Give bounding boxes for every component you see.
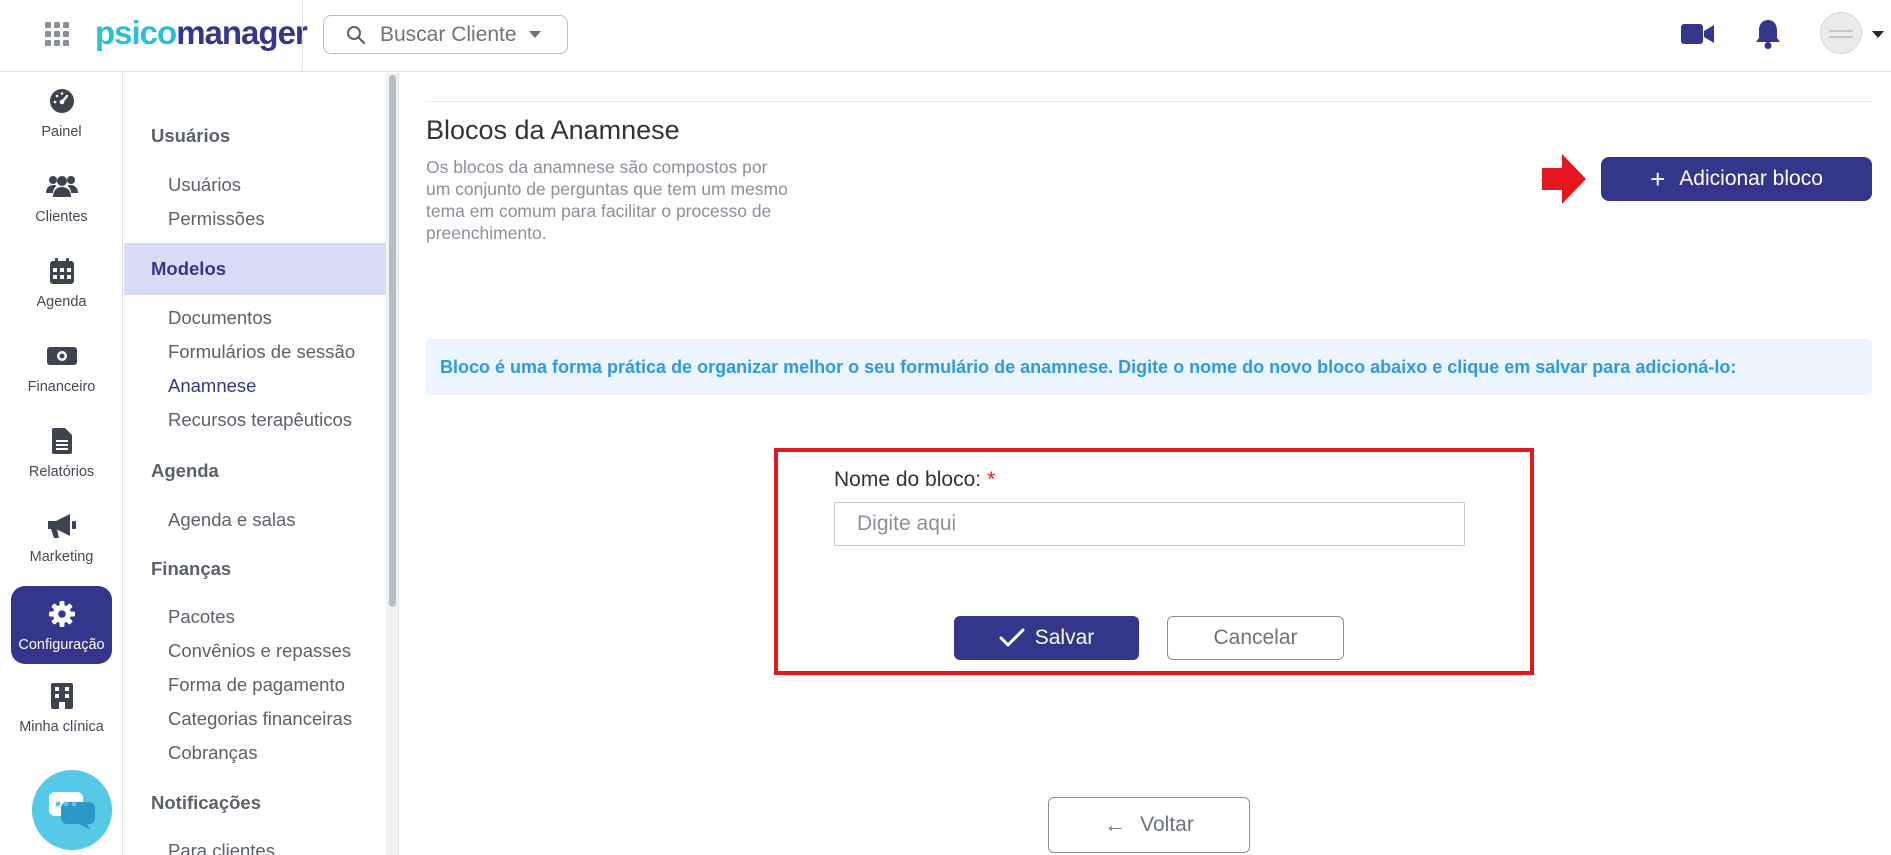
- nav-label: Relatórios: [28, 464, 95, 480]
- submenu-item-usuarios[interactable]: Usuários: [168, 174, 241, 196]
- chat-support-button[interactable]: [32, 770, 112, 850]
- chevron-down-icon[interactable]: [1872, 31, 1884, 38]
- nav-label: Painel: [41, 124, 82, 140]
- submenu-item-para-clientes[interactable]: Para clientes: [168, 840, 275, 855]
- search-icon: [347, 25, 366, 44]
- required-asterisk: *: [987, 468, 996, 491]
- nav-label: Configuração: [18, 637, 105, 653]
- nav-label: Financeiro: [27, 379, 96, 395]
- gear-icon: [48, 601, 75, 627]
- submenu-item-forma-de-pagamento[interactable]: Forma de pagamento: [168, 674, 345, 696]
- nav-item-marketing[interactable]: Marketing: [11, 498, 112, 576]
- megaphone-icon: [47, 514, 76, 538]
- avatar[interactable]: [1820, 12, 1862, 54]
- back-button[interactable]: ← Voltar: [1048, 797, 1250, 853]
- submenu-item-formularios-de-sessao[interactable]: Formulários de sessão: [168, 341, 355, 363]
- block-name-label: Nome do bloco: *: [834, 468, 995, 492]
- gauge-icon: [49, 89, 74, 113]
- search-label: Buscar Cliente: [380, 22, 517, 46]
- top-bar: psicomanager Buscar Cliente: [0, 0, 1891, 72]
- submenu-item-anamnese[interactable]: Anamnese: [168, 375, 256, 397]
- submenu-item-pacotes[interactable]: Pacotes: [168, 606, 235, 628]
- block-name-input[interactable]: [834, 502, 1465, 546]
- calendar-icon: [49, 258, 74, 284]
- video-camera-icon[interactable]: [1681, 23, 1715, 45]
- info-alert: Bloco é uma forma prática de organizar m…: [426, 339, 1872, 395]
- arrow-right-icon: [1542, 154, 1586, 204]
- arrow-left-icon: ←: [1104, 812, 1127, 837]
- submenu-section-usuarios[interactable]: Usuários: [151, 125, 230, 147]
- search-client-dropdown[interactable]: Buscar Cliente: [323, 15, 568, 54]
- logo-part-manager: manager: [176, 14, 308, 51]
- nav-label: Minha clínica: [19, 719, 104, 735]
- submenu-section-financas[interactable]: Finanças: [151, 558, 231, 580]
- info-text: Bloco é uma forma prática de organizar m…: [440, 356, 1737, 377]
- nav-item-minha-clinica[interactable]: Minha clínica: [11, 668, 112, 746]
- nav-item-relatorios[interactable]: Relatórios: [11, 413, 112, 491]
- add-block-label: Adicionar bloco: [1679, 167, 1823, 190]
- nav-label: Marketing: [29, 549, 94, 565]
- check-icon: [999, 628, 1025, 647]
- submenu-item-permissoes[interactable]: Permissões: [168, 208, 265, 230]
- apps-grid-icon[interactable]: [45, 22, 69, 46]
- chevron-down-icon: [528, 31, 541, 38]
- nav-item-configuracao[interactable]: Configuração: [11, 586, 112, 664]
- submenu-item-categorias-financeiras[interactable]: Categorias financeiras: [168, 708, 352, 730]
- plus-icon: +: [1650, 164, 1666, 194]
- nav-item-agenda[interactable]: Agenda: [11, 243, 112, 321]
- nav-label: Agenda: [36, 294, 87, 310]
- document-icon: [51, 428, 72, 454]
- main-content: Blocos da Anamnese Os blocos da anamnese…: [399, 73, 1891, 855]
- nav-item-clientes[interactable]: Clientes: [11, 158, 112, 236]
- submenu-item-recursos-terapeuticos[interactable]: Recursos terapêuticos: [168, 409, 352, 431]
- save-label: Salvar: [1034, 626, 1095, 649]
- block-name-label-text: Nome do bloco:: [834, 468, 982, 491]
- logo-part-psico: psico: [95, 14, 177, 51]
- add-block-button[interactable]: + Adicionar bloco: [1601, 157, 1872, 201]
- building-icon: [50, 683, 73, 709]
- settings-submenu: Usuários Usuários Permissões Modelos Doc…: [124, 73, 398, 855]
- save-button[interactable]: Salvar: [954, 616, 1139, 660]
- divider: [302, 0, 303, 72]
- cancel-button[interactable]: Cancelar: [1167, 616, 1344, 660]
- page-title: Blocos da Anamnese: [426, 115, 680, 145]
- scrollbar-thumb[interactable]: [389, 75, 396, 607]
- logo[interactable]: psicomanager: [95, 14, 308, 52]
- submenu-item-agenda-e-salas[interactable]: Agenda e salas: [168, 509, 296, 531]
- bell-icon[interactable]: [1754, 18, 1782, 50]
- submenu-item-documentos[interactable]: Documentos: [168, 307, 272, 329]
- submenu-section-notificacoes[interactable]: Notificações: [151, 792, 261, 814]
- main-navigation-rail: Painel Clientes Agenda Financeiro Relató…: [0, 73, 123, 855]
- submenu-section-agenda[interactable]: Agenda: [151, 460, 219, 482]
- nav-item-painel[interactable]: Painel: [11, 73, 112, 151]
- users-icon: [45, 176, 78, 197]
- nav-label: Clientes: [35, 209, 88, 225]
- nav-item-financeiro[interactable]: Financeiro: [11, 328, 112, 406]
- chat-icon: [49, 792, 95, 830]
- divider: [426, 101, 1872, 102]
- back-label: Voltar: [1140, 813, 1194, 836]
- submenu-item-convenios-e-repasses[interactable]: Convênios e repasses: [168, 640, 351, 662]
- submenu-section-modelos[interactable]: Modelos: [124, 243, 387, 295]
- money-icon: [46, 347, 77, 365]
- cancel-label: Cancelar: [1213, 626, 1298, 649]
- submenu-item-cobrancas[interactable]: Cobranças: [168, 742, 257, 764]
- page-description: Os blocos da anamnese são compostos por …: [426, 157, 788, 243]
